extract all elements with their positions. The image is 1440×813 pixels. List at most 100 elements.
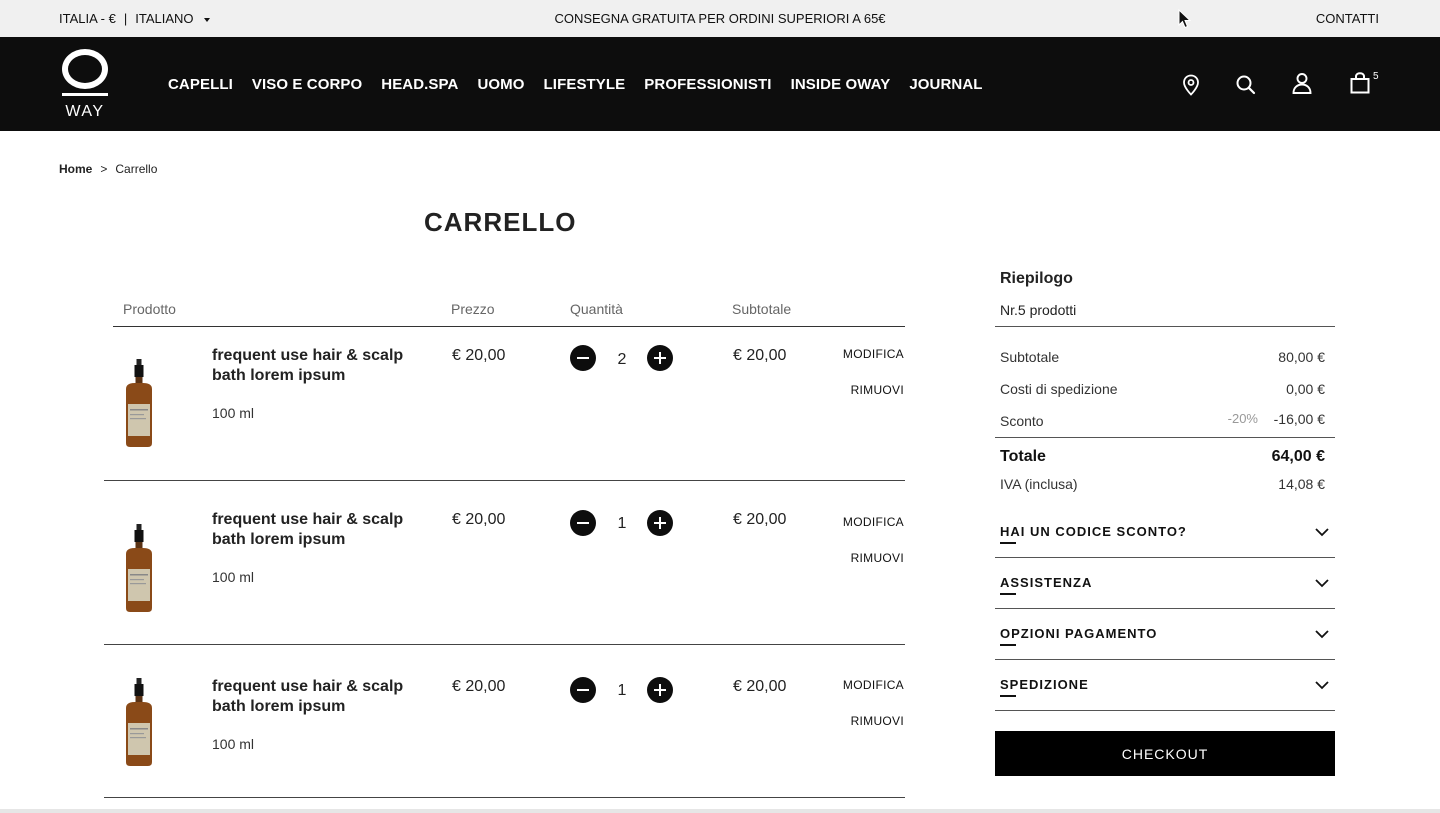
product-size: 100 ml [212, 569, 255, 585]
cart-count-badge: 5 [1373, 71, 1379, 82]
quantity-value: 2 [617, 351, 627, 368]
discount-code-accordion[interactable]: HAI UN CODICE SCONTO? [995, 507, 1335, 558]
remove-link[interactable]: RIMUOVI [851, 383, 904, 397]
breadcrumb-separator: > [100, 162, 108, 176]
summary-divider [995, 437, 1335, 438]
bottom-edge [0, 809, 1440, 813]
remove-link[interactable]: RIMUOVI [851, 714, 904, 728]
locale-separator: | [123, 11, 128, 26]
product-name[interactable]: frequent use hair & scalp bath lorem ips… [212, 346, 412, 386]
discount-label: Sconto [1000, 413, 1044, 429]
vat-label: IVA (inclusa) [1000, 476, 1078, 492]
nav-item-journal[interactable]: JOURNAL [909, 76, 982, 93]
search-icon[interactable] [1234, 73, 1258, 97]
breadcrumb-current: Carrello [115, 162, 158, 176]
summary-divider [995, 326, 1335, 327]
product-image[interactable] [118, 678, 160, 766]
summary-vat-row: IVA (inclusa) 14,08 € [1000, 476, 1330, 492]
summary-title: Riepilogo [1000, 270, 1073, 287]
product-image[interactable] [118, 359, 160, 447]
assistance-accordion[interactable]: ASSISTENZA [995, 558, 1335, 609]
header-subtotal: Subtotale [732, 301, 792, 317]
main-nav: CAPELLI VISO E CORPO HEAD.SPA UOMO LIFES… [168, 76, 1002, 93]
discount-percent: -20% [1227, 411, 1258, 426]
edit-link[interactable]: MODIFICA [843, 347, 904, 361]
nav-item-uomo[interactable]: UOMO [477, 76, 524, 93]
country-label: ITALIA - € [59, 11, 116, 26]
remove-link[interactable]: RIMUOVI [851, 551, 904, 565]
chevron-down-icon [1315, 630, 1329, 639]
summary-subtotal-row: Subtotale 80,00 € [1000, 349, 1330, 365]
product-size: 100 ml [212, 736, 255, 752]
page-title: CARRELLO [424, 207, 577, 237]
top-bar: ITALIA - € | ITALIANO CONSEGNA GRATUITA … [0, 0, 1440, 37]
language-label: ITALIANO [135, 11, 194, 26]
location-pin-icon[interactable] [1179, 73, 1203, 97]
subtotal-value: 80,00 € [1278, 349, 1325, 365]
summary-total-row: Totale 64,00 € [1000, 448, 1330, 466]
payment-options-accordion[interactable]: OPZIONI PAGAMENTO [995, 609, 1335, 660]
contacts-link[interactable]: CONTATTI [1316, 11, 1379, 26]
product-image[interactable] [118, 524, 160, 612]
nav-item-viso-e-corpo[interactable]: VISO E CORPO [252, 76, 362, 93]
nav-item-lifestyle[interactable]: LIFESTYLE [544, 76, 626, 93]
breadcrumb: Home > Carrello [59, 162, 157, 176]
shipping-promo-text: CONSEGNA GRATUITA PER ORDINI SUPERIORI A… [554, 11, 886, 26]
shopping-bag-icon[interactable] [1348, 71, 1372, 95]
product-subtotal: € 20,00 [733, 678, 787, 695]
logo-bar [62, 93, 108, 96]
summary-product-count: Nr.5 prodotti [1000, 302, 1077, 318]
quantity-value: 1 [617, 682, 627, 699]
locale-selector[interactable]: ITALIA - € | ITALIANO [59, 11, 210, 26]
accordion-label: OPZIONI PAGAMENTO [1000, 626, 1158, 646]
cart-row: frequent use hair & scalp bath lorem ips… [104, 645, 905, 798]
product-name[interactable]: frequent use hair & scalp bath lorem ips… [212, 510, 412, 550]
caret-down-icon [203, 17, 210, 22]
breadcrumb-home[interactable]: Home [59, 162, 92, 176]
product-price: € 20,00 [452, 511, 506, 528]
nav-item-head-spa[interactable]: HEAD.SPA [381, 76, 458, 93]
shipping-accordion[interactable]: SPEDIZIONE [995, 660, 1335, 711]
chevron-down-icon [1315, 681, 1329, 690]
header-product: Prodotto [123, 301, 176, 317]
product-price: € 20,00 [452, 678, 506, 695]
accordion-label: ASSISTENZA [1000, 575, 1093, 595]
user-icon[interactable] [1290, 71, 1314, 95]
quantity-increase-button[interactable] [647, 510, 673, 536]
cart-table-header: Prodotto Prezzo Quantità Subtotale [113, 301, 905, 327]
product-size: 100 ml [212, 405, 255, 421]
edit-link[interactable]: MODIFICA [843, 515, 904, 529]
summary-shipping-row: Costi di spedizione 0,00 € [1000, 381, 1330, 397]
quantity-decrease-button[interactable] [570, 677, 596, 703]
chevron-down-icon [1315, 528, 1329, 537]
total-label: Totale [1000, 448, 1046, 465]
vat-value: 14,08 € [1278, 476, 1325, 492]
nav-item-professionisti[interactable]: PROFESSIONISTI [644, 76, 771, 93]
quantity-increase-button[interactable] [647, 677, 673, 703]
header-price: Prezzo [451, 301, 495, 317]
shipping-label: Costi di spedizione [1000, 381, 1118, 397]
header-quantity: Quantità [570, 301, 623, 317]
mouse-cursor-icon [1178, 9, 1192, 29]
quantity-decrease-button[interactable] [570, 510, 596, 536]
accordion-label: HAI UN CODICE SCONTO? [1000, 524, 1187, 544]
total-value: 64,00 € [1271, 448, 1325, 465]
summary-discount-row: Sconto -20% -16,00 € [1000, 411, 1330, 429]
quantity-value: 1 [617, 515, 627, 532]
chevron-down-icon [1315, 579, 1329, 588]
oway-logo[interactable]: WAY [59, 49, 111, 121]
checkout-button[interactable]: CHECKOUT [995, 731, 1335, 776]
quantity-increase-button[interactable] [647, 345, 673, 371]
shipping-value: 0,00 € [1286, 381, 1325, 397]
product-price: € 20,00 [452, 347, 506, 364]
nav-item-inside-oway[interactable]: INSIDE OWAY [791, 76, 891, 93]
product-name[interactable]: frequent use hair & scalp bath lorem ips… [212, 677, 412, 717]
edit-link[interactable]: MODIFICA [843, 678, 904, 692]
subtotal-label: Subtotale [1000, 349, 1060, 365]
nav-item-capelli[interactable]: CAPELLI [168, 76, 233, 93]
logo-ring [62, 49, 108, 89]
cart-row: frequent use hair & scalp bath lorem ips… [104, 327, 905, 481]
quantity-decrease-button[interactable] [570, 345, 596, 371]
logo-text: WAY [65, 103, 105, 120]
main-header: WAY CAPELLI VISO E CORPO HEAD.SPA UOMO L… [0, 37, 1440, 131]
